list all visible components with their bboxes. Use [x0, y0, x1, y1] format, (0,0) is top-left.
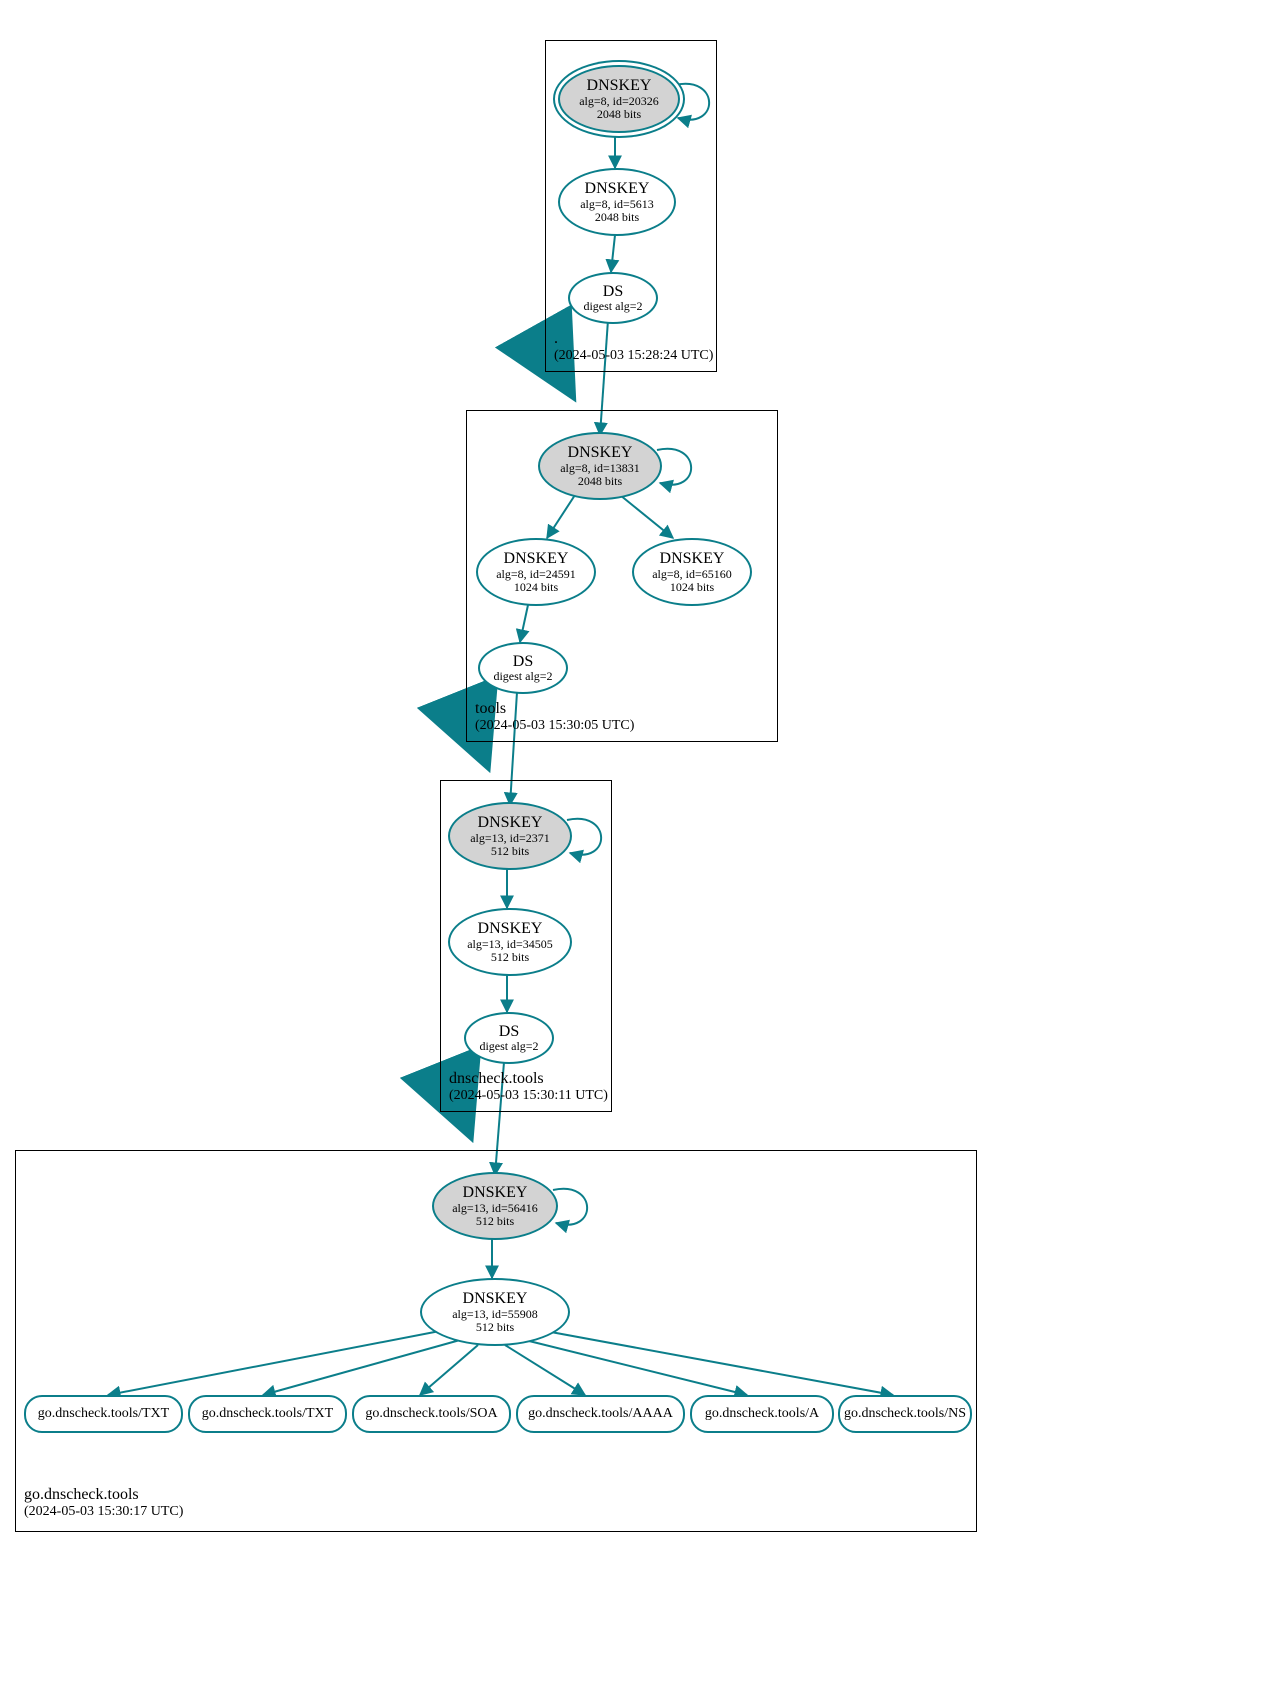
- rr-soa: go.dnscheck.tools/SOA: [352, 1395, 511, 1433]
- zone-go-name: go.dnscheck.tools: [24, 1485, 183, 1504]
- zone-tools-name: tools: [475, 699, 634, 718]
- rr-aaaa: go.dnscheck.tools/AAAA: [516, 1395, 685, 1433]
- node-root-ds: DS digest alg=2: [568, 272, 658, 324]
- zone-root-timestamp: (2024-05-03 15:28:24 UTC): [554, 348, 713, 365]
- node-go-ksk: DNSKEY alg=13, id=56416 512 bits: [432, 1172, 558, 1240]
- node-dnscheck-ksk: DNSKEY alg=13, id=2371 512 bits: [448, 802, 572, 870]
- rr-ns: go.dnscheck.tools/NS: [838, 1395, 972, 1433]
- node-tools-zsk2: DNSKEY alg=8, id=65160 1024 bits: [632, 538, 752, 606]
- zone-dnscheck-timestamp: (2024-05-03 15:30:11 UTC): [449, 1088, 608, 1105]
- zone-root-name: .: [554, 329, 713, 348]
- node-dnscheck-zsk: DNSKEY alg=13, id=34505 512 bits: [448, 908, 572, 976]
- zone-tools-timestamp: (2024-05-03 15:30:05 UTC): [475, 718, 634, 735]
- node-root-ksk: DNSKEY alg=8, id=20326 2048 bits: [558, 65, 680, 133]
- rr-a: go.dnscheck.tools/A: [690, 1395, 834, 1433]
- zone-go-timestamp: (2024-05-03 15:30:17 UTC): [24, 1504, 183, 1521]
- zone-dnscheck-name: dnscheck.tools: [449, 1069, 608, 1088]
- node-go-zsk: DNSKEY alg=13, id=55908 512 bits: [420, 1278, 570, 1346]
- node-tools-zsk1: DNSKEY alg=8, id=24591 1024 bits: [476, 538, 596, 606]
- node-tools-ds: DS digest alg=2: [478, 642, 568, 694]
- node-tools-ksk: DNSKEY alg=8, id=13831 2048 bits: [538, 432, 662, 500]
- rr-txt-2: go.dnscheck.tools/TXT: [188, 1395, 347, 1433]
- node-root-zsk: DNSKEY alg=8, id=5613 2048 bits: [558, 168, 676, 236]
- rr-txt-1: go.dnscheck.tools/TXT: [24, 1395, 183, 1433]
- node-dnscheck-ds: DS digest alg=2: [464, 1012, 554, 1064]
